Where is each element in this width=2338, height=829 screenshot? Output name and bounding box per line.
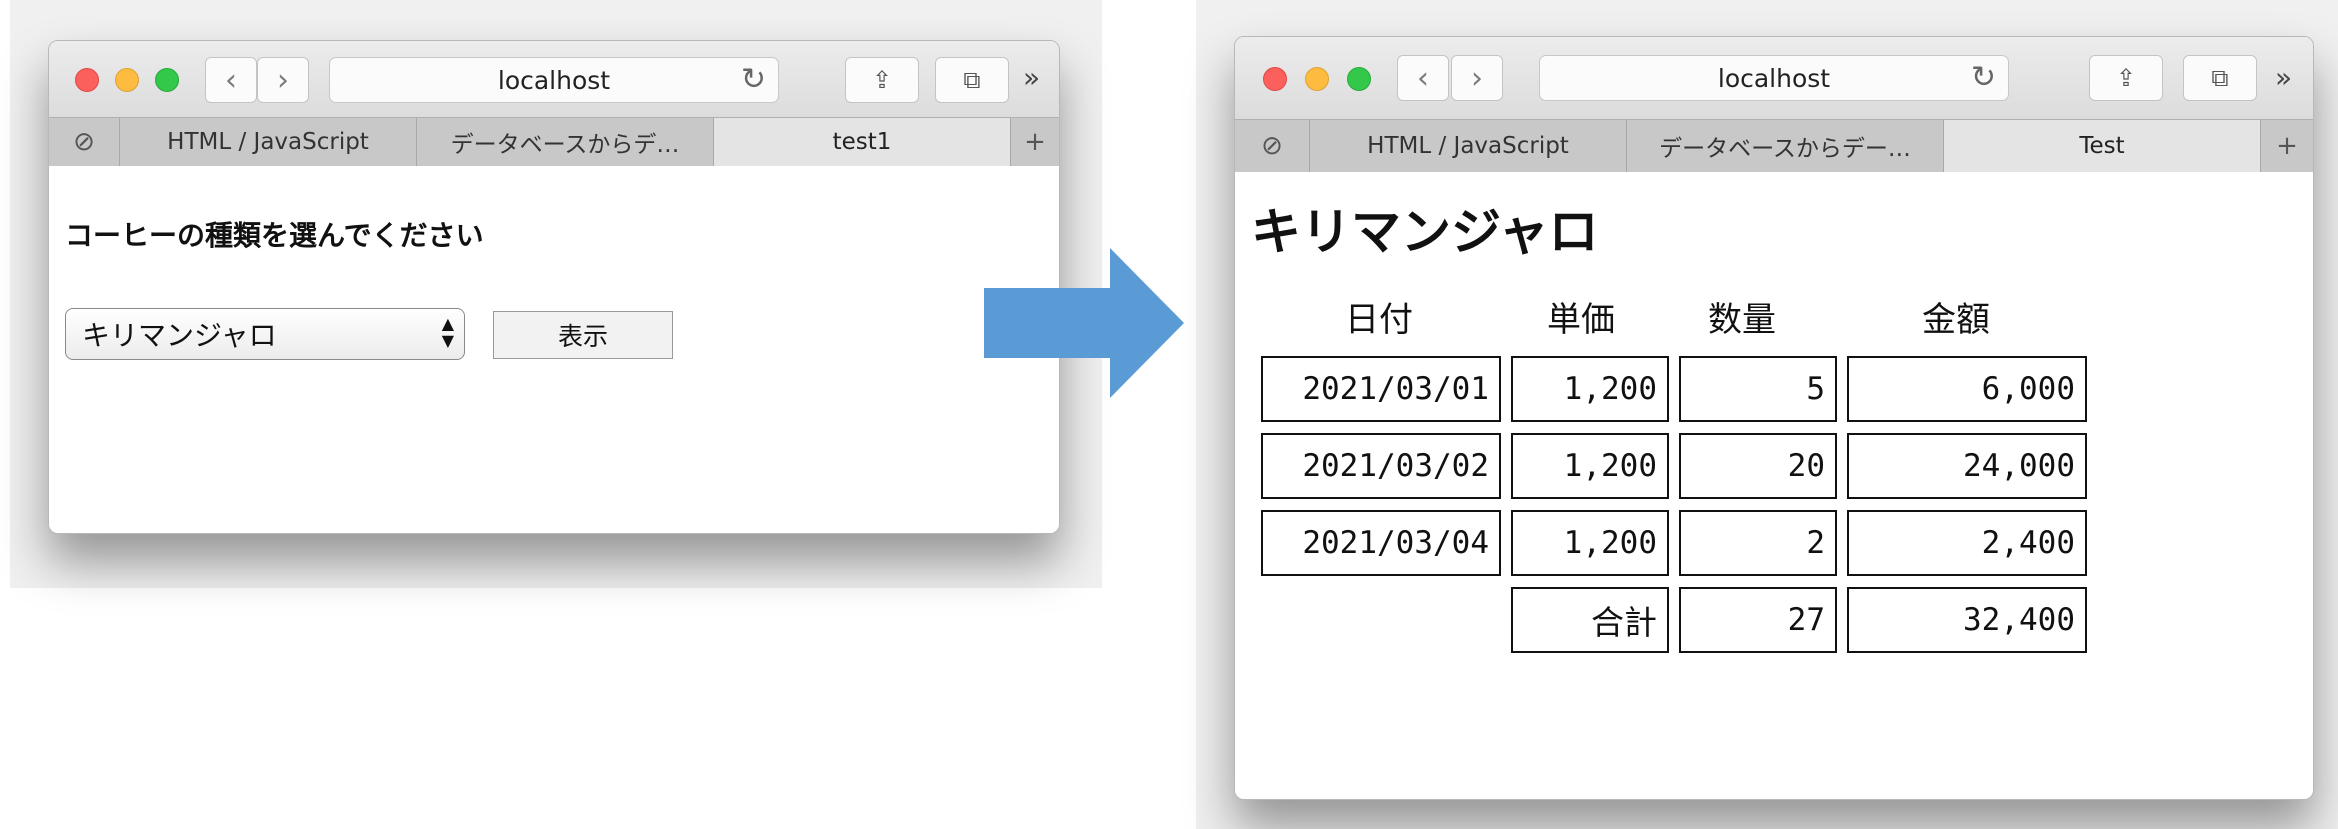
left-browser-window: ‹ › localhost ↻ ⇪ ⧉ » ⊘ HTML / JavaScrip… xyxy=(48,40,1060,534)
forward-button[interactable]: › xyxy=(1451,55,1503,101)
right-browser-window: ‹ › localhost ↻ ⇪ ⧉ » ⊘ HTML / JavaScrip… xyxy=(1234,36,2314,800)
back-button[interactable]: ‹ xyxy=(1397,55,1449,101)
titlebar: ‹ › localhost ↻ ⇪ ⧉ » xyxy=(1235,37,2313,119)
address-text: localhost xyxy=(1717,63,1831,93)
tab-sidebar-compass[interactable]: ⊘ xyxy=(49,118,120,166)
table-cell-date: 2021/03/01 xyxy=(1261,356,1501,422)
address-bar[interactable]: localhost ↻ xyxy=(1539,55,2009,101)
page-content: キリマンジャロ 日付 単価 数量 金額 2021/03/01 1,200 5 6… xyxy=(1235,172,2313,799)
table-cell-unit-price: 1,200 xyxy=(1511,510,1669,576)
close-window-button[interactable] xyxy=(75,68,99,92)
tabs-icon: ⧉ xyxy=(963,66,981,94)
total-amount: 32,400 xyxy=(1847,587,2087,653)
tab-database[interactable]: データベースからデー… xyxy=(1627,120,1944,172)
page-heading: コーヒーの種類を選んでください xyxy=(65,219,484,252)
total-quantity: 27 xyxy=(1679,587,1837,653)
column-header-amount: 金額 xyxy=(1922,300,1990,340)
tab-test[interactable]: Test xyxy=(1944,120,2261,172)
total-label: 合計 xyxy=(1511,587,1669,653)
table-cell-quantity: 2 xyxy=(1679,510,1837,576)
table-cell-date: 2021/03/02 xyxy=(1261,433,1501,499)
forward-button[interactable]: › xyxy=(257,57,309,103)
transition-arrow-icon xyxy=(984,248,1184,398)
column-header-unit-price: 単価 xyxy=(1547,300,1615,340)
tabs-icon: ⧉ xyxy=(2211,64,2229,92)
share-button[interactable]: ⇪ xyxy=(2089,55,2163,101)
tab-database[interactable]: データベースからデ… xyxy=(417,118,714,166)
minimize-window-button[interactable] xyxy=(1305,67,1329,91)
table-cell-unit-price: 1,200 xyxy=(1511,356,1669,422)
back-button[interactable]: ‹ xyxy=(205,57,257,103)
page-heading: キリマンジャロ xyxy=(1251,202,1599,261)
minimize-window-button[interactable] xyxy=(115,68,139,92)
tab-bar: ⊘ HTML / JavaScript データベースからデ… test1 + xyxy=(49,117,1059,167)
tabs-overview-button[interactable]: ⧉ xyxy=(935,57,1009,103)
chevron-left-icon: ‹ xyxy=(1417,60,1429,96)
tab-sidebar-compass[interactable]: ⊘ xyxy=(1235,120,1310,172)
chevron-left-icon: ‹ xyxy=(225,62,237,98)
share-icon: ⇪ xyxy=(871,66,893,94)
tab-html-javascript[interactable]: HTML / JavaScript xyxy=(1310,120,1627,172)
column-header-quantity: 数量 xyxy=(1708,300,1776,340)
table-cell-quantity: 20 xyxy=(1679,433,1837,499)
tab-bar: ⊘ HTML / JavaScript データベースからデー… Test + xyxy=(1235,119,2313,173)
close-window-button[interactable] xyxy=(1263,67,1287,91)
zoom-window-button[interactable] xyxy=(155,68,179,92)
reload-icon[interactable]: ↻ xyxy=(741,62,766,97)
tabs-overview-button[interactable]: ⧉ xyxy=(2183,55,2257,101)
coffee-select[interactable]: キリマンジャロ ▲ ▼ xyxy=(65,308,465,360)
new-tab-button[interactable]: + xyxy=(1011,118,1059,166)
more-chevron-icon[interactable]: » xyxy=(2275,61,2292,94)
select-value: キリマンジャロ xyxy=(82,319,277,352)
address-text: localhost xyxy=(497,65,611,95)
tab-html-javascript[interactable]: HTML / JavaScript xyxy=(120,118,417,166)
arrow-shape xyxy=(984,248,1184,398)
titlebar: ‹ › localhost ↻ ⇪ ⧉ » xyxy=(49,41,1059,117)
page-content: コーヒーの種類を選んでください キリマンジャロ ▲ ▼ 表示 xyxy=(49,166,1059,533)
compass-icon: ⊘ xyxy=(1261,131,1283,161)
chevron-right-icon: › xyxy=(1471,60,1483,96)
share-button[interactable]: ⇪ xyxy=(845,57,919,103)
more-chevron-icon[interactable]: » xyxy=(1023,61,1040,94)
show-button[interactable]: 表示 xyxy=(493,311,673,359)
zoom-window-button[interactable] xyxy=(1347,67,1371,91)
table-cell-date: 2021/03/04 xyxy=(1261,510,1501,576)
chevron-right-icon: › xyxy=(277,62,289,98)
column-header-date: 日付 xyxy=(1345,300,1413,340)
compass-icon: ⊘ xyxy=(73,127,95,157)
share-icon: ⇪ xyxy=(2115,64,2137,92)
plus-icon: + xyxy=(2276,131,2298,161)
reload-icon[interactable]: ↻ xyxy=(1971,60,1996,95)
table-cell-amount: 24,000 xyxy=(1847,433,2087,499)
select-arrows-icon: ▲ ▼ xyxy=(441,314,454,350)
table-cell-unit-price: 1,200 xyxy=(1511,433,1669,499)
table-cell-amount: 6,000 xyxy=(1847,356,2087,422)
address-bar[interactable]: localhost ↻ xyxy=(329,57,779,103)
tab-test1[interactable]: test1 xyxy=(714,118,1011,166)
table-cell-quantity: 5 xyxy=(1679,356,1837,422)
new-tab-button[interactable]: + xyxy=(2261,120,2313,172)
table-cell-amount: 2,400 xyxy=(1847,510,2087,576)
plus-icon: + xyxy=(1024,127,1046,157)
